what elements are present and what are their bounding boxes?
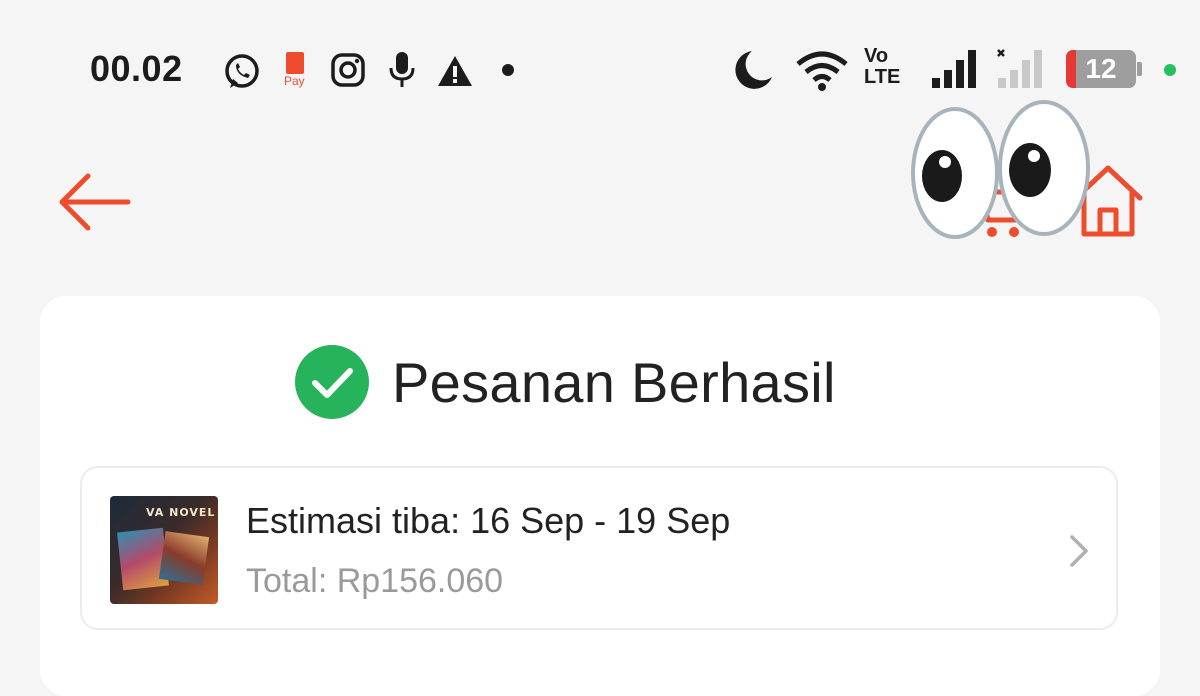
check-circle-icon <box>295 345 369 419</box>
moon-icon <box>735 51 772 89</box>
order-total: Total: Rp156.060 <box>246 562 504 600</box>
volte-line1: Vo <box>864 45 889 67</box>
dot-icon <box>502 64 514 76</box>
volte-icon: Vo LTE <box>864 46 920 90</box>
instagram-icon <box>331 53 365 87</box>
signal-nosim-icon <box>997 49 1042 88</box>
battery-icon: 12 <box>1066 50 1144 90</box>
back-arrow-icon[interactable] <box>56 170 134 234</box>
order-status-title: Pesanan Berhasil <box>392 351 836 414</box>
success-header: Pesanan Berhasil <box>40 336 1160 436</box>
wifi-icon <box>796 51 848 91</box>
volte-line2: LTE <box>864 66 901 88</box>
order-summary-row[interactable]: VA NOVEL Estimasi tiba: 16 Sep - 19 Sep … <box>80 466 1118 630</box>
shopeepay-icon: Pay <box>284 52 308 90</box>
warning-icon <box>438 56 472 86</box>
camera-indicator-dot <box>1164 64 1176 76</box>
googly-eyes-icon <box>911 100 1090 239</box>
product-thumbnail-label: VA NOVEL <box>146 506 216 519</box>
status-time: 00.02 <box>90 48 183 89</box>
battery-level: 12 <box>1085 53 1117 84</box>
chevron-right-icon[interactable] <box>1068 534 1090 568</box>
whatsapp-icon <box>225 54 259 88</box>
shopeepay-label: Pay <box>284 74 305 88</box>
order-success-card: Pesanan Berhasil VA NOVEL Estimasi tiba:… <box>40 296 1160 696</box>
signal-icon <box>932 50 976 88</box>
microphone-icon <box>389 52 415 87</box>
product-thumbnail: VA NOVEL <box>110 496 218 604</box>
estimated-arrival: Estimasi tiba: 16 Sep - 19 Sep <box>246 500 731 541</box>
